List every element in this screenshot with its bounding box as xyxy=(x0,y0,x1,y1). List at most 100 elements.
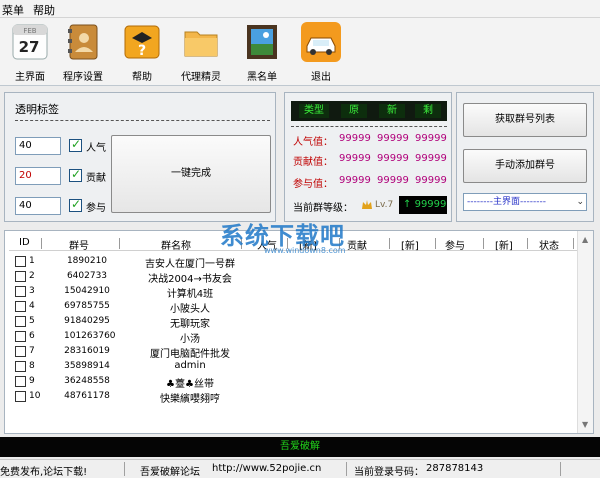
toolbar-label: 主界面 xyxy=(15,72,45,83)
menu-item-menu[interactable]: 菜单 xyxy=(2,2,24,18)
car-icon xyxy=(301,22,341,62)
participation-input[interactable]: 40 xyxy=(15,197,61,215)
scroll-down-icon[interactable]: ▼ xyxy=(582,420,588,429)
participation-label: 参与 xyxy=(86,203,106,214)
row-group-number: 91840295 xyxy=(64,316,110,326)
row-checkbox[interactable] xyxy=(15,316,26,327)
toolbar-label: 帮助 xyxy=(132,72,152,83)
column-header-participation[interactable]: 参与 xyxy=(445,237,465,252)
menu-item-help[interactable]: 帮助 xyxy=(33,2,55,18)
row-checkbox[interactable] xyxy=(15,346,26,357)
table-row[interactable]: 9 36248558 ♣薹♣丝带 xyxy=(15,374,575,390)
view-dropdown[interactable]: --------主界面-------- ⌄ xyxy=(463,193,587,211)
row-id: 9 xyxy=(29,376,35,386)
column-header-id[interactable]: ID xyxy=(19,237,30,248)
row-id: 4 xyxy=(29,301,35,311)
status-url[interactable]: http://www.52pojie.cn xyxy=(212,463,321,474)
blacklist-button[interactable]: 黑名单 xyxy=(232,22,292,84)
folder-icon xyxy=(181,22,221,62)
table-row[interactable]: 4 69785755 小陂头人 xyxy=(15,299,575,315)
table-row[interactable]: 8 35898914 admin xyxy=(15,359,575,374)
footer-banner: 吾爱破解 xyxy=(0,437,600,457)
level-badge: Lv.7 xyxy=(361,197,399,213)
status-login-label: 当前登录号码： xyxy=(354,467,424,478)
row-checkbox[interactable] xyxy=(15,376,26,387)
scroll-up-icon[interactable]: ▲ xyxy=(582,235,588,244)
column-header-popularity[interactable]: 人气 xyxy=(257,237,277,252)
toolbar-label: 黑名单 xyxy=(247,72,277,83)
table-row[interactable]: 2 6402733 决战2004→书友会 xyxy=(15,269,575,285)
group-level-label: 当前群等级： xyxy=(293,203,353,214)
row-id: 2 xyxy=(29,271,35,281)
score-value: 99999 xyxy=(414,199,447,210)
row-checkbox[interactable] xyxy=(15,301,26,312)
row-group-number: 69785755 xyxy=(64,301,110,311)
status-free-release: 免费发布,论坛下载! xyxy=(0,467,88,478)
calendar-month: FEB xyxy=(23,27,36,35)
column-header-qq[interactable]: 群号 xyxy=(69,237,89,252)
proxy-button[interactable]: 代理精灵 xyxy=(171,22,231,84)
crown-icon xyxy=(362,200,372,209)
row-checkbox[interactable] xyxy=(15,286,26,297)
column-header-new-participation[interactable]: [新] xyxy=(495,237,513,252)
get-group-list-button[interactable]: 获取群号列表 xyxy=(463,103,587,137)
status-forum: 吾爱破解论坛 xyxy=(140,467,200,478)
row-checkbox[interactable] xyxy=(15,361,26,372)
svg-text:?: ? xyxy=(138,43,146,59)
stats-header-remaining: 剩 xyxy=(415,104,441,118)
panel-title: 透明标签 xyxy=(15,103,59,116)
table-scrollbar[interactable]: ▲ ▼ xyxy=(577,231,593,433)
row-group-number: 101263760 xyxy=(64,331,116,341)
manual-add-group-button[interactable]: 手动添加群号 xyxy=(463,149,587,183)
stats-header-original: 原 xyxy=(341,104,367,118)
row-group-number: 48761178 xyxy=(64,391,110,401)
table-row[interactable]: 3 15042910 计算机4班 xyxy=(15,284,575,300)
row-checkbox[interactable] xyxy=(15,271,26,282)
row-group-number: 15042910 xyxy=(64,286,110,296)
column-header-name[interactable]: 群名称 xyxy=(161,237,191,252)
main-view-button[interactable]: FEB 27 主界面 xyxy=(0,22,60,84)
stat-value: 99999 xyxy=(415,175,447,186)
row-checkbox[interactable] xyxy=(15,331,26,342)
table-row[interactable]: 5 91840295 无聊玩家 xyxy=(15,314,575,330)
stat-value: 99999 xyxy=(377,133,409,144)
table-row[interactable]: 6 101263760 小汤 xyxy=(15,329,575,345)
table-row[interactable]: 10 48761178 快樂繽嚶翗哼 xyxy=(15,389,575,405)
popularity-input[interactable]: 40 xyxy=(15,137,61,155)
level-value: Lv.7 xyxy=(375,200,394,210)
stats-header-type: 类型 xyxy=(299,104,329,118)
toolbar-label: 退出 xyxy=(311,72,331,83)
one-click-button[interactable]: 一键完成 xyxy=(111,135,271,213)
exit-button[interactable]: 退出 xyxy=(291,22,351,84)
table-row[interactable]: 7 28316019 厦门电脑配件批发 xyxy=(15,344,575,360)
contribution-input[interactable]: 20 xyxy=(15,167,61,185)
table-row[interactable]: 1 1890210 吉安人在厦门一号群 xyxy=(15,254,575,270)
arrow-up-icon: ↑ xyxy=(403,199,412,210)
settings-button[interactable]: 程序设置 xyxy=(53,22,113,84)
divider xyxy=(291,126,447,127)
table-header: ID 群号 群名称 人气 [新] 贡献 [新] 参与 [新] 状态 xyxy=(9,236,579,252)
dropdown-value: --------主界面-------- xyxy=(467,197,546,207)
chevron-down-icon: ⌄ xyxy=(576,197,584,207)
contribution-checkbox[interactable] xyxy=(69,167,82,182)
contribution-value-label: 贡献值： xyxy=(293,157,333,168)
column-header-contribution[interactable]: 贡献 xyxy=(347,237,367,252)
stat-value: 99999 xyxy=(415,133,447,144)
row-group-number: 28316019 xyxy=(64,346,110,356)
column-header-status[interactable]: 状态 xyxy=(539,237,559,252)
column-header-new-popularity[interactable]: [新] xyxy=(299,237,317,252)
popularity-checkbox[interactable] xyxy=(69,137,82,152)
column-header-new-contribution[interactable]: [新] xyxy=(401,237,419,252)
participation-checkbox[interactable] xyxy=(69,197,82,212)
row-checkbox[interactable] xyxy=(15,256,26,267)
stat-value: 99999 xyxy=(339,175,371,186)
row-group-number: 1890210 xyxy=(66,256,108,266)
row-group-number: 36248558 xyxy=(64,376,110,386)
popularity-label: 人气 xyxy=(86,143,106,154)
group-table: ID 群号 群名称 人气 [新] 贡献 [新] 参与 [新] 状态 1 1890… xyxy=(4,230,594,434)
row-id: 1 xyxy=(29,256,35,266)
help-button[interactable]: ? 帮助 xyxy=(112,22,172,84)
help-icon: ? xyxy=(122,22,162,62)
contribution-label: 贡献 xyxy=(86,173,106,184)
row-checkbox[interactable] xyxy=(15,391,26,402)
